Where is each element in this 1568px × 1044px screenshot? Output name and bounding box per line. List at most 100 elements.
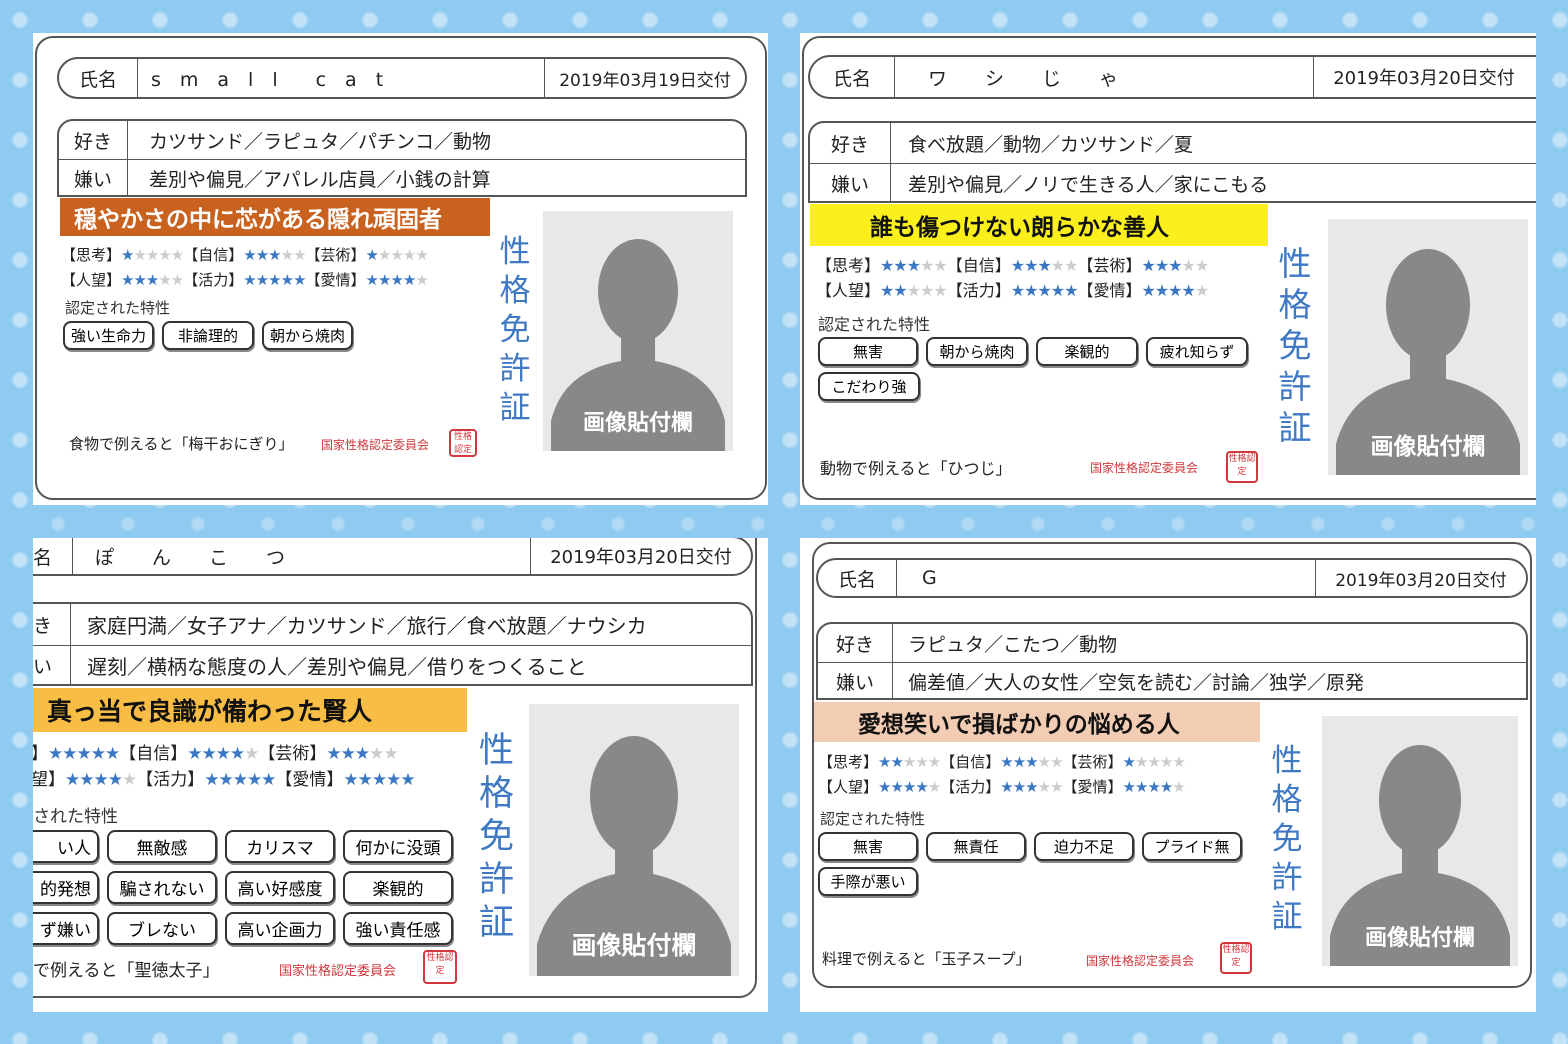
- name-label: 氏名: [810, 57, 895, 97]
- vertical-title: 性格免許証: [479, 731, 515, 943]
- trait-chips: 無害 無責任 迫力不足 プライド無 手際が悪い: [818, 832, 1268, 896]
- photo-placeholder: 画像貼付欄: [1328, 219, 1528, 475]
- stat-ratings: 】★★★★★【自信】★★★★★【芸術】★★★★★ 望】★★★★★【活力】★★★★…: [33, 744, 416, 790]
- trait-chip: 高い企画力: [225, 912, 335, 945]
- traits-title: 認定された特性: [65, 299, 171, 317]
- likes-value: ラピュタ／こたつ／動物: [908, 633, 1118, 656]
- issue-date: 2019年03月19日交付: [544, 59, 745, 97]
- trait-chip: 迫力不足: [1034, 832, 1134, 861]
- trait-chip: 疲れ知らず: [1146, 337, 1248, 366]
- trait-chip: 非論理的: [162, 321, 255, 350]
- dislikes-label: 嫌い: [59, 159, 128, 197]
- likes-label: 好き: [810, 123, 891, 163]
- license-card-3: 名 ぽ ん こ つ 2019年03月20日交付 き 家庭円満／女子アナ／カツサン…: [33, 538, 768, 1012]
- dislikes-label: 嫌い: [810, 163, 891, 203]
- dislikes-value: 遅刻／横柄な態度の人／差別や偏見／借りをつくること: [87, 655, 587, 679]
- personality-title: 愛想笑いで損ばかりの悩める人: [814, 702, 1260, 742]
- vertical-title: 性格免許証: [1278, 244, 1312, 447]
- license-card-1: 氏名 s m a l l c a t 2019年03月19日交付 好き カツサン…: [33, 33, 768, 505]
- stat-label: 【人望】: [61, 271, 122, 289]
- stat-label: 【芸術】: [305, 246, 366, 264]
- likes-dislikes-box: き 家庭円満／女子アナ／カツサンド／旅行／食べ放題／ナウシカ い 遅刻／横柄な態…: [33, 602, 753, 686]
- stat-label: 【愛情】: [305, 271, 366, 289]
- personality-title: 穏やかさの中に芯がある隠れ頑固者: [60, 198, 490, 236]
- license-card-2: 氏名 ワ シ じ ゃ 2019年03月20日交付 好き 食べ放題／動物／カツサン…: [800, 33, 1536, 505]
- stat-label: 【自信】: [183, 246, 244, 264]
- trait-chip: プライド無: [1142, 832, 1242, 861]
- likes-value: 家庭円満／女子アナ／カツサンド／旅行／食べ放題／ナウシカ: [87, 614, 647, 638]
- likes-dislikes-box: 好き カツサンド／ラピュタ／パチンコ／動物 嫌い 差別や偏見／アパレル店員／小銭…: [57, 119, 747, 197]
- trait-chip: 朝から焼肉: [262, 321, 354, 350]
- photo-placeholder: 画像貼付欄: [1322, 716, 1518, 966]
- license-card-4: 氏名 G 2019年03月20日交付 好き ラピュタ／こたつ／動物 嫌い 偏差値…: [800, 538, 1536, 1012]
- trait-chip: 騙されない: [107, 871, 217, 904]
- trait-chip: 無害: [818, 337, 918, 366]
- stat-ratings: 【思考】★★★★★【自信】★★★★★【芸術】★★★★★ 【人望】★★★★★【活力…: [61, 246, 429, 289]
- name-value: ワ シ じ ゃ: [928, 67, 1119, 90]
- issue-date: 2019年03月20日交付: [1315, 560, 1526, 596]
- issue-date: 2019年03月20日交付: [1313, 57, 1534, 97]
- traits-title: 認定された特性: [818, 315, 931, 334]
- stat-label: 【思考】: [61, 246, 122, 264]
- likes-value: カツサンド／ラピュタ／パチンコ／動物: [149, 130, 492, 153]
- trait-chip: 的発想: [33, 871, 99, 904]
- seal-stamp: 性格認定: [449, 429, 477, 457]
- name-row: 氏名 s m a l l c a t 2019年03月19日交付: [57, 57, 747, 99]
- trait-chip: カリスマ: [225, 830, 335, 863]
- traits-title: 認定された特性: [820, 810, 926, 828]
- trait-chips: 無害 朝から焼肉 楽観的 疲れ知らず こだわり強: [818, 337, 1268, 401]
- stat-label: 【活力】: [183, 271, 244, 289]
- dislikes-value: 差別や偏見／アパレル店員／小銭の計算: [149, 168, 491, 191]
- trait-chip: 強い責任感: [343, 912, 453, 945]
- trait-chip: 何かに没頭: [343, 830, 453, 863]
- name-value: s m a l l c a t: [151, 68, 384, 91]
- name-row: 名 ぽ ん こ つ 2019年03月20日交付: [33, 538, 753, 576]
- footer-analogy: 動物で例えると「ひつじ」: [820, 459, 1012, 478]
- likes-label: 好き: [818, 624, 893, 662]
- seal-stamp: 性格認定: [423, 950, 457, 984]
- photo-caption: 画像貼付欄: [1364, 926, 1475, 951]
- dislikes-label: 嫌い: [818, 662, 893, 700]
- traits-title: された特性: [33, 807, 118, 827]
- trait-chip: 無敵感: [107, 830, 217, 863]
- photo-placeholder: 画像貼付欄: [543, 211, 733, 451]
- name-label: 氏名: [59, 59, 138, 97]
- likes-dislikes-box: 好き ラピュタ／こたつ／動物 嫌い 偏差値／大人の女性／空気を読む／討論／独学／…: [816, 622, 1528, 700]
- personality-title: 誰も傷つけない朗らかな善人: [810, 204, 1268, 246]
- seal-stamp: 性格認定: [1220, 942, 1252, 974]
- trait-chip: 手際が悪い: [818, 867, 918, 896]
- trait-chip: 朝から焼肉: [926, 337, 1028, 366]
- photo-caption: 画像貼付欄: [1370, 434, 1486, 460]
- name-value: ぽ ん こ つ: [95, 546, 286, 569]
- dislikes-label: い: [33, 645, 71, 686]
- photo-placeholder: 画像貼付欄: [529, 704, 739, 976]
- likes-label: 好き: [59, 121, 128, 159]
- name-value: G: [922, 567, 937, 589]
- trait-chip: ブレない: [107, 912, 217, 945]
- trait-chips: 強い生命力 非論理的 朝から焼肉: [63, 321, 463, 350]
- footer-analogy: 食物で例えると「梅干おにぎり」: [69, 435, 294, 453]
- issuer-name: 国家性格認定委員会: [321, 438, 430, 452]
- name-row: 氏名 G 2019年03月20日交付: [816, 558, 1528, 598]
- issuer-name: 国家性格認定委員会: [279, 964, 397, 979]
- trait-chip: ず嫌い: [33, 912, 99, 945]
- photo-caption: 画像貼付欄: [571, 931, 697, 960]
- dislikes-value: 偏差値／大人の女性／空気を読む／討論／独学／原発: [908, 671, 1365, 694]
- trait-chip: 強い生命力: [63, 321, 155, 350]
- personality-title: 真っ当で良識が備わった賢人: [33, 688, 467, 732]
- likes-dislikes-box: 好き 食べ放題／動物／カツサンド／夏 嫌い 差別や偏見／ノリで生きる人／家にこも…: [808, 121, 1536, 203]
- likes-label: き: [33, 604, 71, 645]
- footer-analogy: 料理で例えると「玉子スープ」: [822, 950, 1031, 968]
- trait-chip: い人: [33, 830, 99, 863]
- photo-caption: 画像貼付欄: [582, 411, 693, 436]
- likes-value: 食べ放題／動物／カツサンド／夏: [908, 133, 1194, 156]
- trait-chips: い人 無敵感 カリスマ 何かに没頭 的発想 騙されない 高い好感度 楽観的 ず嫌…: [33, 830, 463, 945]
- issue-date: 2019年03月20日交付: [530, 538, 751, 574]
- name-label: 名: [33, 538, 73, 574]
- trait-chip: 高い好感度: [225, 871, 335, 904]
- issuer-name: 国家性格認定委員会: [1090, 461, 1199, 475]
- trait-chip: 楽観的: [343, 871, 453, 904]
- name-row: 氏名 ワ シ じ ゃ 2019年03月20日交付: [808, 55, 1536, 99]
- footer-analogy: で例えると「聖徳太子」: [33, 961, 220, 981]
- seal-stamp: 性格認定: [1226, 451, 1258, 483]
